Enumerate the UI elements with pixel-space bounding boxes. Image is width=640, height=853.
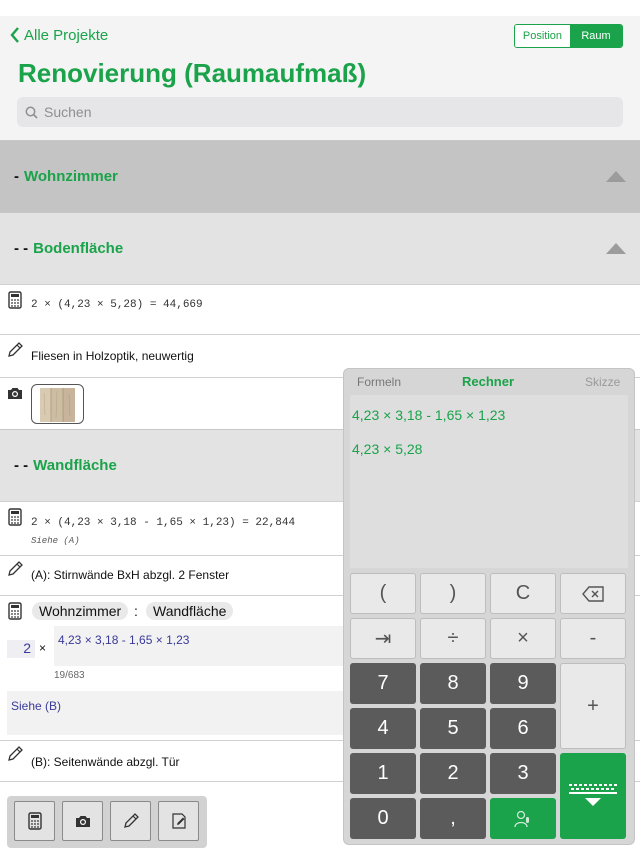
- pencil-icon: [8, 561, 23, 576]
- key-2[interactable]: 2: [420, 753, 486, 794]
- section-level-prefix: - -: [14, 240, 29, 257]
- collapse-triangle-icon[interactable]: [606, 243, 626, 254]
- calculator-tabs: Formeln Rechner Skizze: [344, 369, 634, 393]
- add-note-button[interactable]: [110, 801, 151, 841]
- key-divide[interactable]: ÷: [420, 618, 486, 659]
- calculator-panel: Formeln Rechner Skizze 4,23 × 3,18 - 1,6…: [343, 368, 635, 845]
- tab-formeln[interactable]: Formeln: [357, 375, 401, 389]
- key-plus[interactable]: +: [560, 663, 626, 749]
- calculator-icon: [8, 508, 22, 526]
- navigation-bar: Alle Projekte Position Raum Renovierung …: [0, 16, 640, 140]
- key-9[interactable]: 9: [490, 663, 556, 704]
- key-3[interactable]: 3: [490, 753, 556, 794]
- calculator-icon: [8, 291, 22, 309]
- comment-input[interactable]: Siehe (B): [7, 691, 343, 735]
- section-level-prefix: - -: [14, 457, 29, 474]
- status-bar: [0, 0, 640, 16]
- key-8[interactable]: 8: [420, 663, 486, 704]
- note-text: Fliesen in Holzoptik, neuwertig: [31, 349, 194, 363]
- display-line[interactable]: 4,23 × 5,28: [352, 441, 422, 457]
- section-title: Bodenfläche: [33, 240, 124, 257]
- section-header-wohnzimmer[interactable]: - Wohnzimmer: [0, 140, 640, 212]
- back-button[interactable]: Alle Projekte: [10, 26, 108, 44]
- keyboard-hide-icon: [569, 784, 617, 806]
- room-chip[interactable]: Wohnzimmer: [32, 602, 129, 620]
- back-label: Alle Projekte: [24, 26, 109, 44]
- tab-skizze[interactable]: Skizze: [585, 375, 620, 389]
- section-title: Wohnzimmer: [24, 168, 118, 185]
- section-title: Wandfläche: [33, 457, 117, 474]
- search-icon: [25, 106, 38, 119]
- camera-icon: [75, 816, 90, 827]
- key-1[interactable]: 1: [350, 753, 416, 794]
- area-chip[interactable]: Wandfläche: [146, 602, 234, 620]
- key-clear[interactable]: C: [490, 573, 556, 614]
- view-segmented-control[interactable]: Position Raum: [513, 24, 623, 48]
- key-minus[interactable]: -: [560, 618, 626, 659]
- backspace-icon: [582, 585, 604, 602]
- key-7[interactable]: 7: [350, 663, 416, 704]
- voice-input-icon: [514, 810, 529, 827]
- pencil-icon: [8, 746, 23, 761]
- note-text: (A): Stirnwände BxH abzgl. 2 Fenster: [31, 568, 230, 582]
- multiplier-field[interactable]: 2: [7, 640, 35, 658]
- add-photo-button[interactable]: [62, 801, 103, 841]
- search-input[interactable]: [44, 104, 604, 120]
- formula-row-boden[interactable]: 2 × (4,23 × 5,28) = 44,669: [0, 284, 640, 334]
- formula-text: 2 × (4,23 × 3,18 - 1,65 × 1,23) = 22,844: [31, 517, 296, 529]
- times-symbol: ×: [39, 641, 47, 655]
- key-0[interactable]: 0: [350, 798, 416, 839]
- section-level-prefix: -: [14, 168, 19, 185]
- key-tab[interactable]: ⇥: [350, 618, 416, 659]
- wood-tile-image: [40, 388, 75, 422]
- display-line[interactable]: 4,23 × 3,18 - 1,65 × 1,23: [352, 407, 505, 423]
- formula-text: 2 × (4,23 × 5,28) = 44,669: [31, 299, 203, 311]
- hide-keyboard-button[interactable]: [560, 753, 626, 839]
- key-multiply[interactable]: ×: [490, 618, 556, 659]
- photo-thumbnail[interactable]: [31, 384, 84, 424]
- segment-position[interactable]: Position: [514, 25, 570, 47]
- key-6[interactable]: 6: [490, 708, 556, 749]
- key-comma[interactable]: ,: [420, 798, 486, 839]
- search-bar[interactable]: [17, 97, 623, 127]
- tab-rechner[interactable]: Rechner: [462, 374, 514, 389]
- key-backspace[interactable]: [560, 573, 626, 614]
- character-counter: 19/683: [54, 670, 85, 681]
- page-title: Renovierung (Raumaufmaß): [18, 58, 367, 88]
- pencil-icon: [8, 342, 23, 357]
- key-open-paren[interactable]: (: [350, 573, 416, 614]
- key-4[interactable]: 4: [350, 708, 416, 749]
- section-header-bodenflaeche[interactable]: - - Bodenfläche: [0, 212, 640, 284]
- calculator-icon: [27, 812, 42, 830]
- chevron-left-icon: [10, 27, 19, 43]
- voice-input-button[interactable]: [490, 798, 556, 839]
- collapse-triangle-icon[interactable]: [606, 171, 626, 182]
- key-close-paren[interactable]: ): [420, 573, 486, 614]
- formula-input[interactable]: 4,23 × 3,18 - 1,65 × 1,23: [54, 626, 343, 666]
- bottom-toolbar: [7, 796, 207, 848]
- note-text: (B): Seitenwände abzgl. Tür: [31, 755, 180, 769]
- calculator-icon: [8, 602, 22, 620]
- add-text-button[interactable]: [158, 801, 199, 841]
- segment-raum[interactable]: Raum: [570, 25, 622, 47]
- camera-icon: [8, 388, 22, 399]
- formula-reference: Siehe (A): [31, 536, 80, 546]
- calculator-display[interactable]: 4,23 × 3,18 - 1,65 × 1,23 4,23 × 5,28: [350, 395, 628, 568]
- chip-separator: :: [134, 603, 138, 619]
- key-5[interactable]: 5: [420, 708, 486, 749]
- pencil-icon: [123, 813, 139, 828]
- add-formula-button[interactable]: [14, 801, 55, 841]
- edit-note-icon: [171, 813, 186, 829]
